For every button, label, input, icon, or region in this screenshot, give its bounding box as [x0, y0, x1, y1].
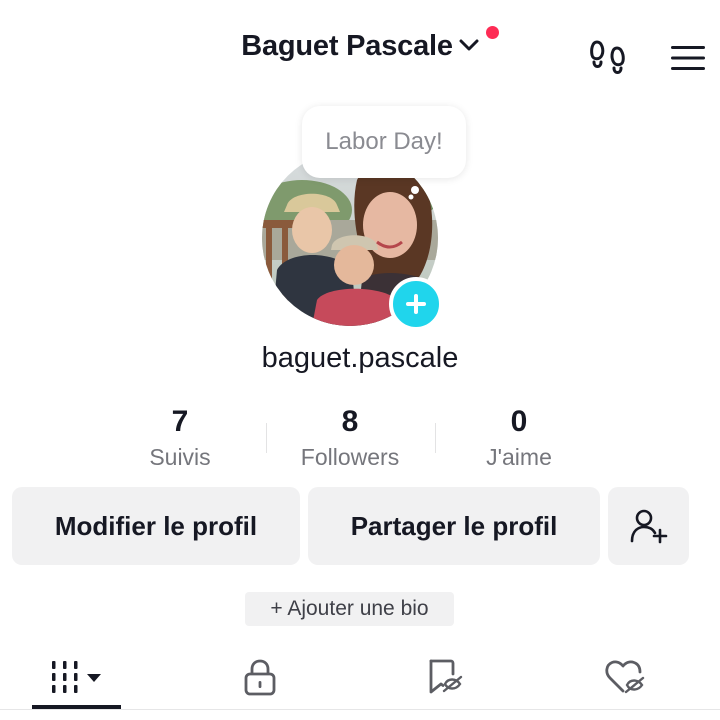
- page-title: Baguet Pascale: [241, 30, 453, 62]
- account-switcher[interactable]: Baguet Pascale: [241, 26, 499, 63]
- add-bio-button[interactable]: + Ajouter une bio: [245, 592, 454, 626]
- likes-count: 0: [510, 405, 528, 438]
- following-label: Suivis: [149, 444, 211, 470]
- liked-heart-icon: [604, 660, 644, 694]
- chevron-down-icon: [459, 39, 479, 58]
- tab-videos[interactable]: [32, 648, 121, 706]
- videos-grid-icon: [51, 661, 101, 693]
- tab-saved[interactable]: [398, 648, 487, 706]
- stat-following[interactable]: 7 Suivis: [105, 402, 255, 472]
- following-count: 7: [171, 405, 189, 438]
- footprints-icon[interactable]: [586, 36, 630, 78]
- followers-label: Followers: [300, 444, 400, 470]
- share-profile-label: Partager le profil: [350, 510, 558, 541]
- stat-followers[interactable]: 8 Followers: [275, 402, 425, 472]
- status-bubble[interactable]: Labor Day!: [302, 106, 466, 178]
- username: baguet.pascale: [261, 342, 459, 374]
- plus-icon: [406, 294, 426, 314]
- add-avatar-button[interactable]: [389, 277, 443, 331]
- stat-likes[interactable]: 0 J'aime: [444, 402, 594, 472]
- notification-dot: [485, 26, 499, 39]
- divider: [266, 423, 267, 453]
- bubble-tail: [408, 186, 419, 200]
- followers-count: 8: [341, 405, 359, 438]
- edit-profile-label: Modifier le profil: [54, 510, 258, 541]
- likes-label: J'aime: [486, 444, 552, 470]
- divider: [435, 423, 436, 453]
- share-profile-button[interactable]: Partager le profil: [308, 487, 600, 565]
- add-friend-button[interactable]: [608, 487, 689, 565]
- add-friend-icon: [630, 509, 667, 544]
- hamburger-menu-icon[interactable]: [666, 38, 710, 78]
- tab-liked[interactable]: [580, 648, 669, 706]
- bookmark-icon: [429, 659, 462, 694]
- add-bio-label: + Ajouter une bio: [270, 597, 429, 620]
- tab-private[interactable]: [215, 648, 304, 706]
- lock-icon: [244, 659, 275, 696]
- status-text: Labor Day!: [325, 128, 443, 155]
- tabs-divider: [0, 709, 720, 710]
- edit-profile-button[interactable]: Modifier le profil: [12, 487, 300, 565]
